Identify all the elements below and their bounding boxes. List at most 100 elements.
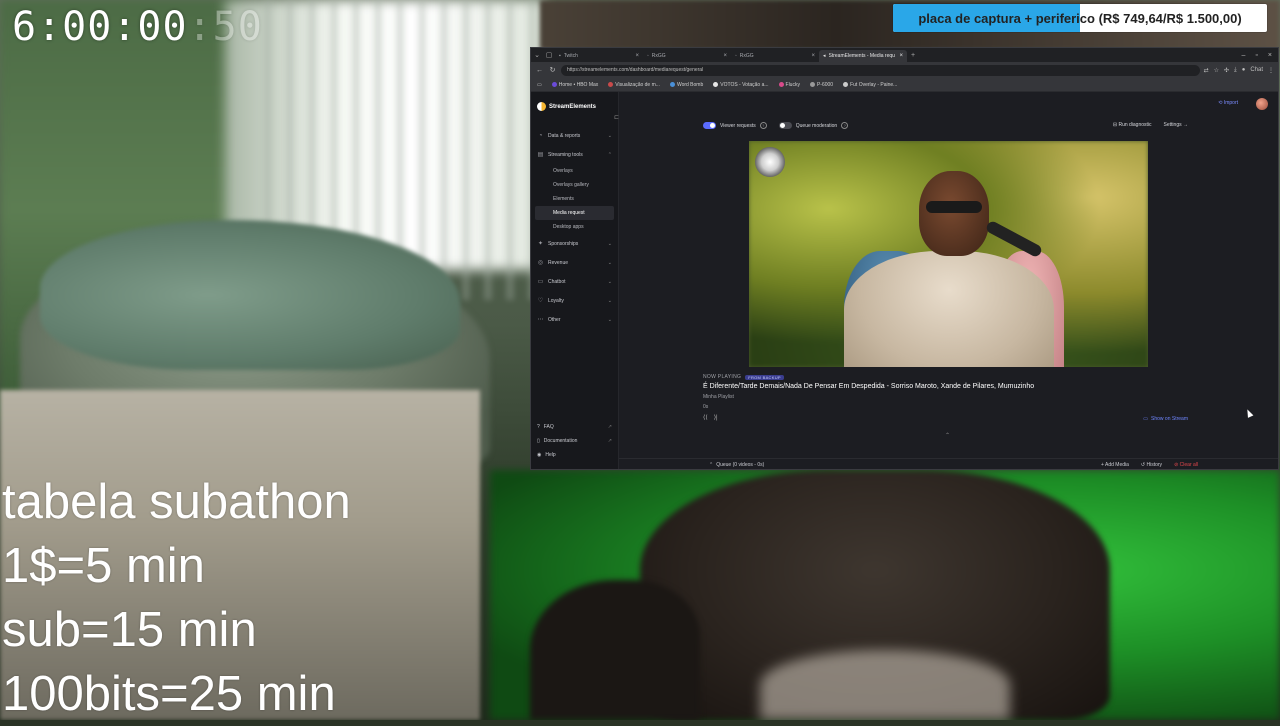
bookmark-label: VOTOS - Votação a... — [720, 81, 769, 88]
tab-label: StreamElements - Media requ — [828, 53, 895, 59]
url-field[interactable]: https://streamelements.com/dashboard/med… — [561, 64, 1200, 76]
maximize-icon[interactable]: ▫ — [1255, 52, 1257, 59]
chevron-down-icon: ⌄ — [607, 297, 612, 304]
streamelements-logo-icon — [537, 102, 546, 111]
sidebar-item-loyalty[interactable]: ♡ Loyalty ⌄ — [531, 291, 618, 310]
avatar[interactable] — [1256, 98, 1268, 110]
sidebar-subitem-desktop-apps[interactable]: Desktop apps — [535, 220, 614, 234]
tab-rxgg[interactable]: ◦ RxGG × — [643, 50, 731, 62]
sidebar-link-label: Help — [545, 452, 556, 458]
chevron-down-icon: ⌄ — [607, 240, 612, 247]
tab-bar: ⌄ ▢ ▪ Twitch × ◦ RxGG × ◦ RxGG × ◂ StreamElemen… — [531, 48, 1278, 62]
extension-icon[interactable]: ✣ — [1224, 67, 1229, 74]
sidebar-nav: ◔ Data & reports ⌄ ▤ Streaming tools ⌃ Overl… — [531, 126, 618, 329]
sidebar-subitem-elements[interactable]: Elements — [535, 192, 614, 206]
help-circle-icon[interactable]: ? — [841, 122, 849, 129]
sidebar-item-label: Chatbot — [548, 278, 566, 285]
sidebar-subitem-overlays-gallery[interactable]: Overlays gallery — [535, 178, 614, 192]
sidebar-link-faq[interactable]: ? FAQ ↗ — [531, 420, 618, 434]
cam-chair-highlight — [760, 650, 1010, 720]
sidebar-link-help[interactable]: ◉ Help — [531, 448, 618, 462]
chevron-down-icon: ⌄ — [607, 278, 612, 285]
tab-label: RxGG — [651, 53, 666, 59]
sidebar-footer: ? FAQ ↗ ▯ Documentation ↗ ◉ Help — [531, 420, 618, 462]
sidebar: StreamElements ⊏ ◔ Data & reports ⌄ ▤ Strea… — [531, 92, 619, 469]
monitor-icon: ▭ — [1143, 416, 1149, 422]
queue-moderation-toggle[interactable]: Queue moderation? — [778, 122, 849, 129]
bookmark-item[interactable]: Word Bomb — [669, 82, 703, 88]
sidebar-subitem-overlays[interactable]: Overlays — [535, 164, 614, 178]
profile-label[interactable]: Chat — [1250, 67, 1263, 74]
run-diagnostic-button[interactable]: ⊟ Run diagnostic — [1113, 122, 1152, 128]
external-link-icon: ↗ — [607, 424, 612, 430]
star-bookmark-icon[interactable]: ☆ — [1214, 67, 1219, 74]
history-button[interactable]: ↺ History — [1141, 462, 1162, 468]
sidebar-item-data-reports[interactable]: ◔ Data & reports ⌄ — [531, 126, 618, 145]
tab-search-icon[interactable]: ▢ — [543, 49, 555, 61]
show-on-stream-button[interactable]: ▭ Show on Stream — [1143, 416, 1188, 422]
back-icon[interactable]: ← — [535, 67, 544, 74]
settings-button[interactable]: Settings → — [1164, 122, 1188, 128]
bookmark-item[interactable]: Visualização de m... — [608, 82, 660, 88]
help-circle-icon[interactable]: ? — [759, 122, 767, 129]
history-label: History — [1146, 461, 1163, 468]
chart-icon: ◔ — [538, 132, 543, 139]
coin-icon: ◎ — [537, 260, 544, 266]
sidebar-link-documentation[interactable]: ▯ Documentation ↗ — [531, 434, 618, 448]
bookmark-label: Fut Overlay - Paine... — [850, 81, 898, 88]
bookmark-item[interactable]: VOTOS - Votação a... — [713, 81, 769, 88]
sidebar-item-chatbot[interactable]: ▭ Chatbot ⌄ — [531, 272, 618, 291]
reload-icon[interactable]: ↻ — [548, 66, 557, 74]
sidebar-item-revenue[interactable]: ◎ Revenue ⌄ — [531, 253, 618, 272]
brand-logo[interactable]: StreamElements — [537, 102, 596, 111]
clear-queue-button[interactable]: ⊘ Clear all — [1174, 462, 1198, 468]
bookmark-item[interactable]: Home • HBO Max — [551, 82, 598, 88]
tab-favicon-icon: ▪ — [559, 53, 561, 59]
video-singer — [844, 161, 1064, 367]
sidebar-item-label: Other — [548, 316, 561, 323]
status-badge: FROM BACKUP — [745, 374, 784, 380]
close-icon[interactable]: × — [899, 53, 903, 59]
tab-menu-icon[interactable]: ⌄ — [531, 49, 543, 61]
tab-rxgg-2[interactable]: ◦ RxGG × — [731, 50, 819, 62]
profile-icon[interactable]: ● — [1242, 67, 1246, 74]
close-icon[interactable]: × — [723, 53, 727, 59]
download-icon[interactable]: ⤓ — [1234, 67, 1237, 74]
close-icon[interactable]: × — [635, 53, 639, 59]
import-button[interactable]: ⟲ Import — [1218, 100, 1238, 106]
kebab-menu-icon[interactable]: ⋮ — [1268, 67, 1274, 74]
bookmark-item[interactable]: Fut Overlay - Paine... — [843, 82, 897, 88]
translate-icon[interactable]: ⇄ — [1204, 67, 1209, 74]
playback-controls: ⟨⟨ ⟩| — [703, 414, 1034, 421]
now-playing-label: NOW PLAYING — [703, 374, 742, 380]
skip-back-icon[interactable]: ⟨⟨ — [703, 414, 708, 421]
tab-streamelements[interactable]: ◂ StreamElements - Media requ × — [819, 50, 907, 62]
close-window-icon[interactable]: × — [1268, 52, 1272, 59]
request-toggles: Viewer requests? Queue moderation? — [703, 122, 849, 129]
media-player[interactable] — [749, 141, 1148, 367]
bookmark-item[interactable]: P-6000 — [809, 82, 833, 88]
new-tab-icon[interactable]: + — [907, 49, 919, 61]
sidebar-item-streaming-tools[interactable]: ▤ Streaming tools ⌃ — [531, 145, 618, 164]
skip-forward-icon[interactable]: ⟩| — [714, 414, 718, 421]
chevron-up-icon[interactable]: ⌃ — [945, 432, 950, 439]
add-media-button[interactable]: + Add Media — [1101, 462, 1129, 468]
toggle-label: Viewer requests — [720, 122, 756, 129]
close-icon[interactable]: × — [811, 53, 815, 59]
toggle-switch[interactable] — [778, 122, 792, 129]
add-media-label: Add Media — [1105, 461, 1129, 468]
star-icon: ✦ — [537, 241, 544, 247]
viewer-requests-toggle[interactable]: Viewer requests? — [703, 122, 767, 129]
tab-twitch[interactable]: ▪ Twitch × — [555, 50, 643, 62]
cam-chair-arm — [530, 580, 700, 720]
toggle-switch[interactable] — [703, 122, 716, 129]
bookmark-item[interactable]: Flucky — [778, 82, 800, 88]
sidebar-item-sponsorships[interactable]: ✦ Sponsorships ⌄ — [531, 234, 618, 253]
queue-toggle[interactable]: ⌃ Queue (0 videos - 0s) — [709, 462, 764, 468]
video-head — [919, 171, 989, 256]
apps-icon[interactable]: ▭ — [537, 82, 542, 88]
sidebar-subitem-media-request[interactable]: Media request — [535, 206, 614, 220]
sidebar-item-other[interactable]: ⋯ Other ⌄ — [531, 310, 618, 329]
toggle-label: Queue moderation — [795, 122, 838, 129]
minimize-icon[interactable]: – — [1242, 52, 1246, 59]
